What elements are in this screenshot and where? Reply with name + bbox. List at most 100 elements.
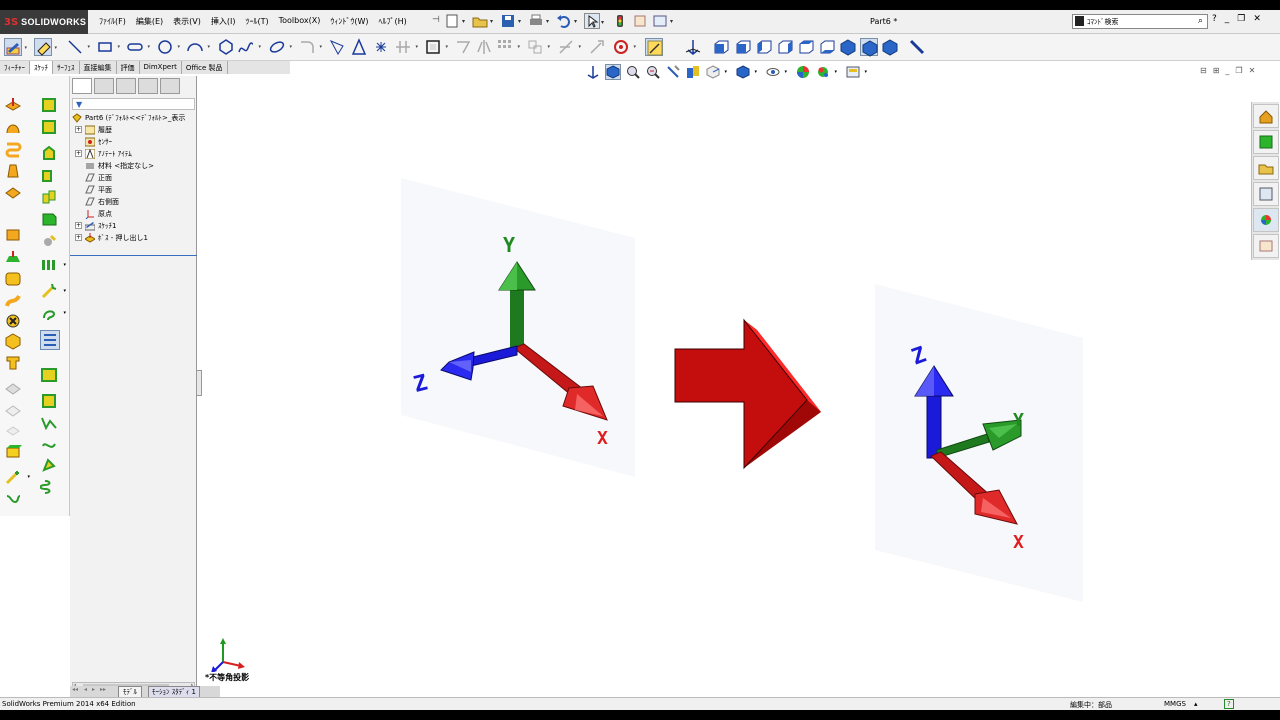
view-right-icon[interactable] xyxy=(776,38,794,56)
combine-icon[interactable] xyxy=(40,232,58,250)
tab-sketch[interactable]: ｽｹｯﾁ xyxy=(30,61,53,74)
tab-surfaces[interactable]: ｻｰﾌｪｽ xyxy=(53,61,80,74)
tab-direct-editing[interactable]: 直接編集 xyxy=(80,61,117,74)
tree-item-right-plane[interactable]: 右側面 xyxy=(70,196,197,208)
spline-icon[interactable]: ▾ xyxy=(237,38,261,56)
rebuild-icon[interactable] xyxy=(612,13,628,29)
measure-icon[interactable] xyxy=(908,38,926,56)
arc-icon[interactable]: ▾ xyxy=(186,38,210,56)
display-relations-icon[interactable]: ▾ xyxy=(557,38,581,56)
mirror-entities-icon[interactable] xyxy=(475,38,493,56)
tab-features[interactable]: ﾌｨｰﾁｬｰ xyxy=(0,61,30,74)
graphics-area[interactable]: ▾ ▾ ▾ ▾ ▾ ⊟ ⊞ _ ❐ ✕ Y Z X Z Y X *不等角投影 xyxy=(199,62,1280,686)
solidworks-resources-icon[interactable] xyxy=(1253,104,1279,128)
menu-edit[interactable]: 編集(E) xyxy=(131,16,168,27)
composite-curve-icon[interactable] xyxy=(40,456,58,474)
swept-boss-icon[interactable] xyxy=(4,140,22,158)
tree-item-front-plane[interactable]: 正面 xyxy=(70,172,197,184)
slot-icon[interactable]: ▾ xyxy=(126,38,150,56)
3d-sketch-icon[interactable] xyxy=(40,392,58,410)
tab-evaluate[interactable]: 評価 xyxy=(117,61,140,74)
custom-properties-icon[interactable] xyxy=(1253,234,1279,258)
helix-icon[interactable] xyxy=(4,490,22,508)
quick-snaps-icon[interactable]: ▾ xyxy=(612,38,636,56)
lofted-boss-icon[interactable] xyxy=(4,162,22,180)
circle-icon[interactable]: ▾ xyxy=(156,38,180,56)
chamfer-icon[interactable] xyxy=(4,402,22,420)
revolved-boss-icon[interactable] xyxy=(4,118,22,136)
units-dropdown-icon[interactable]: ▴ xyxy=(1194,700,1198,708)
sketch-icon[interactable]: ▾ xyxy=(4,38,27,56)
new-document-icon[interactable]: ▾ xyxy=(444,13,465,29)
featuremanager-tree-icon[interactable] xyxy=(72,78,92,94)
repair-sketch-icon[interactable] xyxy=(588,38,606,56)
tree-root[interactable]: Part6 (ﾃﾞﾌｫﾙﾄ<<ﾃﾞﾌｫﾙﾄ>_表示 xyxy=(70,112,197,124)
tree-item-material[interactable]: 材料 <指定なし> xyxy=(70,160,197,172)
linear-pattern-icon[interactable]: ▾ xyxy=(496,38,520,56)
rib-icon[interactable] xyxy=(4,442,22,460)
view-left-icon[interactable] xyxy=(755,38,773,56)
restore-icon[interactable]: ❐ xyxy=(1237,14,1245,24)
ellipse-icon[interactable]: ▾ xyxy=(268,38,292,56)
polygon-icon[interactable] xyxy=(217,38,235,56)
convert-entities-icon[interactable]: ▾ xyxy=(424,38,448,56)
configurationmanager-icon[interactable] xyxy=(116,78,136,94)
close-icon[interactable]: ✕ xyxy=(1253,14,1261,24)
offset-entities-icon[interactable] xyxy=(454,38,472,56)
file-properties-icon[interactable] xyxy=(632,13,648,29)
open-folder-icon[interactable]: ▾ xyxy=(472,13,493,29)
tree-item-history[interactable]: + 履歴 xyxy=(70,124,197,136)
menu-insert[interactable]: 挿入(I) xyxy=(206,16,241,27)
tab-scroll-last-icon[interactable]: ▸▸ xyxy=(100,686,106,693)
tree-item-annotations[interactable]: + ｱﾉﾃｰﾄ ｱｲﾃﾑ xyxy=(70,148,197,160)
select-pointer-icon[interactable]: ▾ xyxy=(584,13,604,29)
design-library-icon[interactable] xyxy=(1253,130,1279,154)
displaymanager-icon[interactable] xyxy=(160,78,180,94)
move-copy-body-icon[interactable] xyxy=(40,210,58,228)
propertymanager-icon[interactable] xyxy=(94,78,114,94)
sketch-picture-icon[interactable] xyxy=(40,366,58,384)
tab-scroll-prev-icon[interactable]: ◂ xyxy=(84,686,87,693)
move-entities-icon[interactable]: ▾ xyxy=(526,38,550,56)
view-palette-icon[interactable] xyxy=(1253,182,1279,206)
mirror-feature-icon[interactable]: ▾ xyxy=(40,282,66,300)
file-explorer-icon[interactable] xyxy=(1253,156,1279,180)
swept-cut-icon[interactable] xyxy=(4,292,22,310)
menu-toolbox[interactable]: Toolbox(X) xyxy=(274,16,326,27)
view-front-icon[interactable] xyxy=(712,38,730,56)
tree-item-origin[interactable]: 原点 xyxy=(70,208,197,220)
view-top-icon[interactable] xyxy=(797,38,815,56)
point-icon[interactable] xyxy=(372,38,390,56)
expand-toggle-icon[interactable]: + xyxy=(75,234,82,241)
draft-icon[interactable] xyxy=(4,422,22,440)
tab-dimxpert[interactable]: DimXpert xyxy=(140,61,182,74)
smart-dimension-icon[interactable]: ▾ xyxy=(34,38,57,56)
menu-tools[interactable]: ﾂｰﾙ(T) xyxy=(240,16,273,27)
tree-filter[interactable]: ▼ xyxy=(72,98,195,110)
status-units[interactable]: MMGS xyxy=(1164,700,1186,708)
expand-toggle-icon[interactable]: + xyxy=(75,222,82,229)
solidworks-logo[interactable]: 3S SOLIDWORKS xyxy=(0,10,88,34)
trim-icon[interactable]: ▾ xyxy=(394,38,418,56)
line-icon[interactable]: ▾ xyxy=(66,38,90,56)
rectangle-icon[interactable]: ▾ xyxy=(96,38,120,56)
reference-plane-icon[interactable] xyxy=(40,118,58,136)
helix-spiral-icon[interactable] xyxy=(39,478,58,496)
undo-icon[interactable]: ▾ xyxy=(556,13,577,29)
plane-sketch-icon[interactable] xyxy=(328,38,346,56)
search-icon[interactable]: ⌕ xyxy=(1198,16,1203,26)
minimize-icon[interactable]: _ xyxy=(1225,14,1230,24)
tab-scroll-first-icon[interactable]: ◂◂ xyxy=(72,686,78,693)
status-help-icon[interactable]: ? xyxy=(1224,699,1234,709)
hole-wizard-icon[interactable] xyxy=(4,248,22,266)
fillet-feature-icon[interactable] xyxy=(4,380,22,398)
view-dimetric-icon[interactable] xyxy=(881,38,899,56)
lofted-cut-icon[interactable] xyxy=(4,312,22,330)
shell-icon[interactable] xyxy=(4,354,22,372)
projected-curve-icon[interactable] xyxy=(40,414,58,432)
reference-geometry-icon[interactable] xyxy=(40,96,58,114)
help-icon[interactable]: ? xyxy=(1212,14,1217,24)
boundary-cut-icon[interactable] xyxy=(4,332,22,350)
extruded-boss-icon[interactable] xyxy=(4,96,22,114)
options-icon[interactable]: ▾ xyxy=(652,13,673,29)
